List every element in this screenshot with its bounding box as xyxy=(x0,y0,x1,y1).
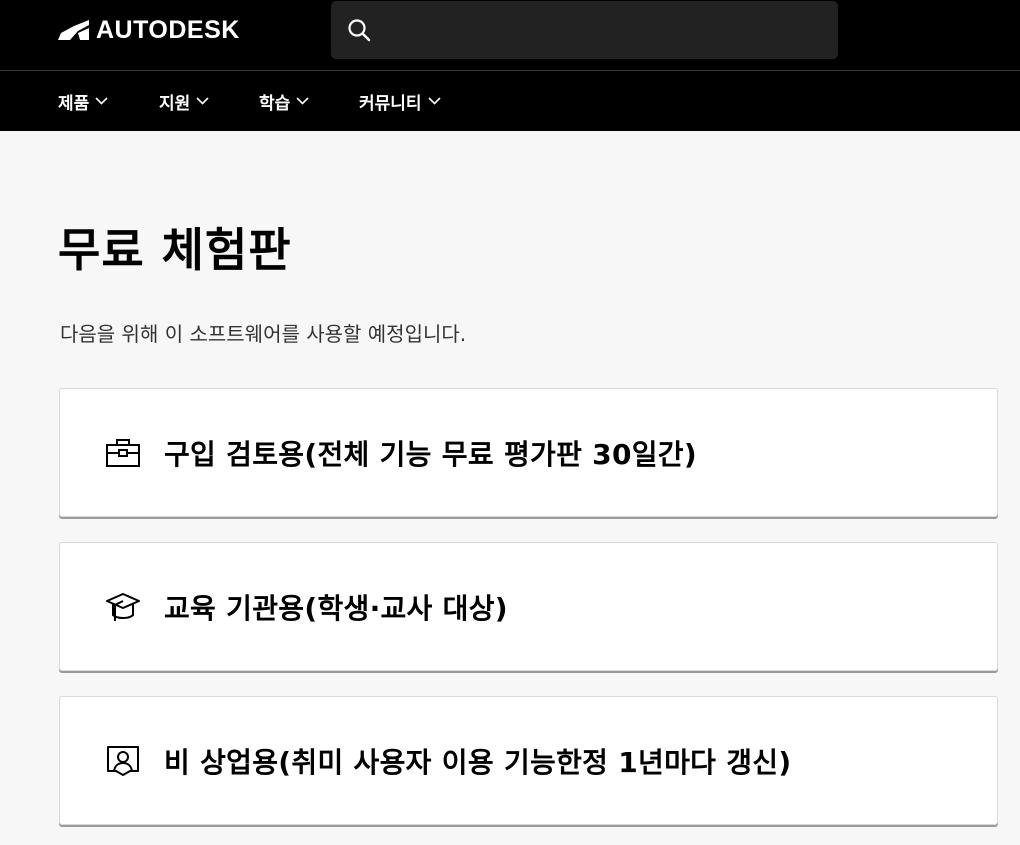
option-label: 구입 검토용(전체 기능 무료 평가판 30일간) xyxy=(164,437,697,471)
page-title: 무료 체험판 xyxy=(58,223,292,277)
main-nav: 제품 지원 학습 커뮤니티 xyxy=(0,71,1020,131)
nav-item-products[interactable]: 제품 xyxy=(58,71,108,131)
briefcase-icon xyxy=(104,436,142,470)
chevron-down-icon xyxy=(95,97,108,105)
page-subtitle: 다음을 위해 이 소프트웨어를 사용할 예정입니다. xyxy=(60,322,467,346)
nav-item-community[interactable]: 커뮤니티 xyxy=(359,71,441,131)
chevron-down-icon xyxy=(296,97,309,105)
user-portrait-icon xyxy=(104,744,142,778)
search-input[interactable] xyxy=(383,1,827,61)
search-box[interactable] xyxy=(331,1,838,61)
top-header: AUTODESK xyxy=(0,0,1020,70)
autodesk-logo-icon xyxy=(58,20,89,40)
option-label: 비 상업용(취미 사용자 이용 기능한정 1년마다 갱신) xyxy=(164,745,792,779)
graduation-cap-icon xyxy=(104,590,142,624)
nav-item-label: 지원 xyxy=(159,93,191,114)
autodesk-logo[interactable]: AUTODESK xyxy=(58,16,240,44)
brand-name: AUTODESK xyxy=(96,16,240,44)
option-card-non-commercial[interactable]: 비 상업용(취미 사용자 이용 기능한정 1년마다 갱신) xyxy=(59,696,998,825)
nav-item-label: 제품 xyxy=(58,93,90,114)
search-icon[interactable] xyxy=(346,17,372,43)
chevron-down-icon xyxy=(196,97,209,105)
chevron-down-icon xyxy=(427,97,441,105)
option-card-purchase-evaluation[interactable]: 구입 검토용(전체 기능 무료 평가판 30일간) xyxy=(59,388,998,517)
option-label: 교육 기관용(학생·교사 대상) xyxy=(164,591,508,625)
nav-item-label: 학습 xyxy=(259,93,291,114)
nav-item-learning[interactable]: 학습 xyxy=(259,71,309,131)
nav-item-label: 커뮤니티 xyxy=(359,93,422,114)
option-card-education[interactable]: 교육 기관용(학생·교사 대상) xyxy=(59,542,998,671)
nav-item-support[interactable]: 지원 xyxy=(159,71,209,131)
